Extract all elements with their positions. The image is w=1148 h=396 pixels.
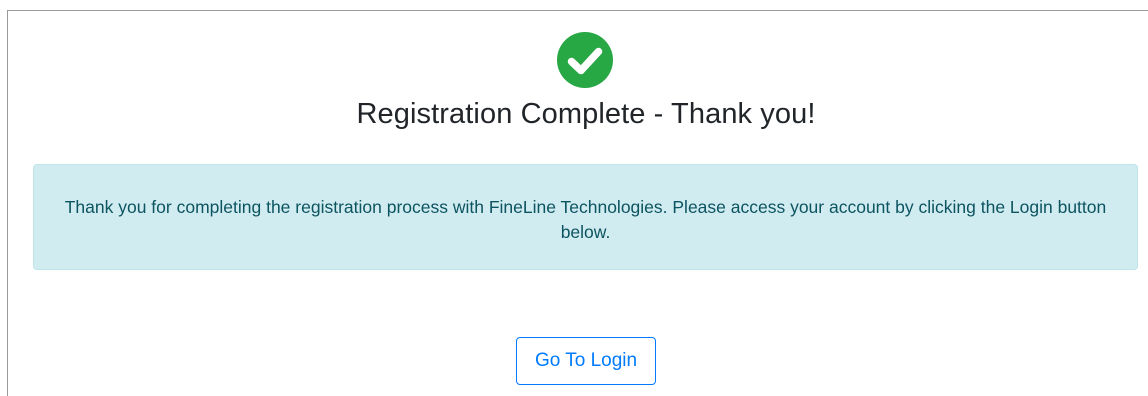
check-circle-icon xyxy=(557,32,613,88)
page-title: Registration Complete - Thank you! xyxy=(356,98,816,130)
go-to-login-button[interactable]: Go To Login xyxy=(516,337,656,385)
info-alert: Thank you for completing the registratio… xyxy=(33,164,1138,270)
alert-message: Thank you for completing the registratio… xyxy=(64,197,1107,242)
page: Registration Complete - Thank you! Thank… xyxy=(0,0,1148,396)
